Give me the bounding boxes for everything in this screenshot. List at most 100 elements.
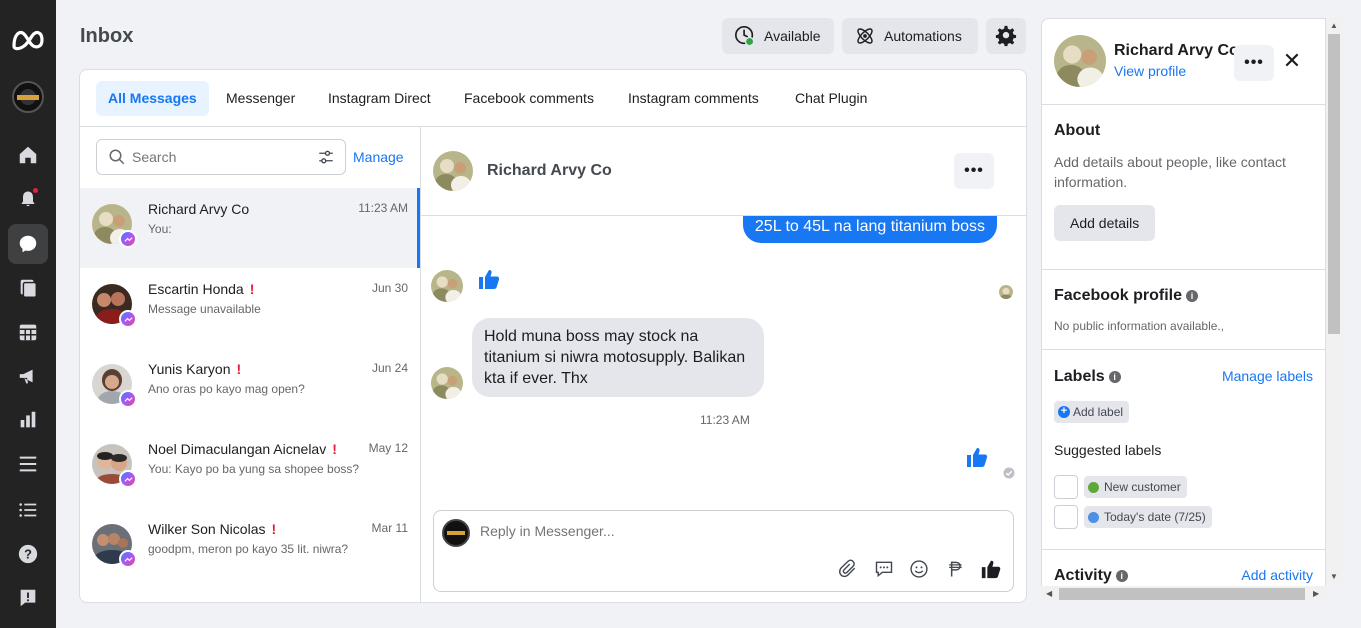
saved-replies-icon[interactable] (872, 557, 896, 581)
plus-icon: + (1058, 406, 1070, 418)
conversation-snippet: goodpm, meron po kayo 35 lit. niwra? (148, 542, 349, 556)
close-icon[interactable]: ✕ (1280, 48, 1304, 73)
left-rail: ? (0, 0, 56, 628)
avatar[interactable] (433, 151, 473, 191)
payment-peso-icon[interactable] (943, 557, 967, 581)
label-color-dot (1088, 481, 1099, 493)
manage-labels-link[interactable]: Manage labels (1222, 368, 1313, 384)
delivered-check-icon (1003, 466, 1015, 484)
view-profile-link[interactable]: View profile (1114, 63, 1186, 79)
search-input[interactable] (132, 149, 302, 165)
chat-more-options-button[interactable]: ••• (954, 153, 994, 189)
tab-facebook-comments[interactable]: Facebook comments (452, 81, 606, 116)
conversation-snippet: You: (148, 222, 172, 236)
divider (1042, 549, 1325, 550)
about-text: Add details about people, like contact i… (1054, 154, 1286, 190)
conversation-name: Richard Arvy Co (148, 201, 250, 217)
automations-button[interactable]: Automations (842, 18, 978, 54)
add-activity-link[interactable]: Add activity (1241, 567, 1313, 583)
info-icon[interactable]: i (1186, 289, 1199, 302)
profile-more-options-button[interactable]: ••• (1234, 45, 1274, 81)
scrollbar-thumb[interactable] (1059, 588, 1305, 600)
panel-horizontal-scrollbar[interactable]: ◀ ▶ (1041, 586, 1326, 602)
settings-button[interactable] (986, 18, 1026, 54)
planner-calendar-icon[interactable] (8, 312, 48, 352)
suggested-label-chip[interactable]: Today's date (7/25) (1084, 506, 1212, 528)
incoming-message-bubble: Hold muna boss may stock na titanium si … (472, 318, 764, 397)
attachment-paperclip-icon[interactable] (836, 557, 860, 581)
tab-all-messages[interactable]: All Messages (96, 81, 209, 116)
conversation-name: Yunis Karyon! (148, 361, 242, 377)
add-details-button[interactable]: Add details (1054, 205, 1156, 241)
messenger-icon (119, 470, 137, 488)
conversation-snippet: You: Kayo po ba yung sa shopee boss? (148, 462, 360, 476)
conversation-item[interactable]: Escartin Honda! Message unavailable Jun … (80, 268, 420, 348)
page-avatar[interactable] (12, 81, 44, 113)
chat-pane: Richard Arvy Co ••• 25L to 45L na lang t… (421, 127, 1026, 602)
reply-input[interactable] (480, 523, 880, 539)
scroll-left-arrow-icon[interactable]: ◀ (1046, 589, 1052, 598)
conversation-name: Escartin Honda! (148, 281, 255, 297)
page-avatar (442, 519, 470, 547)
availability-status-button[interactable]: Available (722, 18, 834, 54)
insights-chart-icon[interactable] (8, 400, 48, 440)
filter-sliders-icon[interactable] (317, 148, 335, 166)
send-like-thumbs-up-icon[interactable] (979, 557, 1003, 581)
scroll-right-arrow-icon[interactable]: ▶ (1313, 589, 1319, 598)
suggested-label-checkbox[interactable] (1054, 475, 1078, 499)
sender-avatar (431, 270, 463, 302)
flag-exclamation-icon: ! (249, 281, 255, 297)
home-icon[interactable] (8, 135, 48, 175)
suggested-label-chip[interactable]: New customer (1084, 476, 1187, 498)
conversation-name: Wilker Son Nicolas! (148, 521, 277, 537)
tab-instagram-direct[interactable]: Instagram Direct (316, 81, 443, 116)
notification-dot (32, 187, 39, 194)
all-tools-list-icon[interactable] (8, 490, 48, 530)
scrollbar-thumb[interactable] (1328, 34, 1340, 334)
divider (1042, 104, 1325, 105)
help-icon[interactable]: ? (8, 534, 48, 574)
conversation-item[interactable]: Wilker Son Nicolas! goodpm, meron po kay… (80, 508, 420, 588)
label-color-dot (1088, 511, 1099, 523)
panel-vertical-scrollbar[interactable]: ▲ ▼ (1326, 18, 1342, 586)
conversation-item[interactable]: Richard Arvy Co You: 11:23 AM (80, 188, 420, 268)
suggested-label-checkbox[interactable] (1054, 505, 1078, 529)
availability-status-label: Available (764, 28, 821, 44)
outgoing-like-thumbs-up-icon (965, 445, 989, 474)
facebook-profile-heading: Facebook profile i (1054, 287, 1199, 305)
tab-messenger[interactable]: Messenger (214, 81, 307, 116)
conversation-time: 11:23 AM (358, 201, 408, 215)
incoming-like-thumbs-up-icon (477, 267, 501, 296)
labels-heading: Labels i (1054, 368, 1121, 386)
scroll-down-arrow-icon[interactable]: ▼ (1330, 572, 1338, 581)
conversation-item[interactable]: Yunis Karyon! Ano oras po kayo mag open?… (80, 348, 420, 428)
search-icon (109, 149, 125, 165)
tab-instagram-comments[interactable]: Instagram comments (616, 81, 771, 116)
scroll-up-arrow-icon[interactable]: ▲ (1330, 21, 1338, 30)
inbox-chat-icon[interactable] (8, 224, 48, 264)
sender-avatar (431, 367, 463, 399)
suggested-label-row: Today's date (7/25) (1054, 505, 1212, 529)
ads-megaphone-icon[interactable] (8, 356, 48, 396)
suggested-labels-heading: Suggested labels (1054, 442, 1162, 458)
manage-link[interactable]: Manage (353, 149, 404, 165)
feedback-icon[interactable] (8, 578, 48, 618)
tab-chat-plugin[interactable]: Chat Plugin (783, 81, 879, 116)
add-label-button[interactable]: + Add label (1054, 401, 1130, 423)
info-icon[interactable]: i (1115, 569, 1128, 582)
notifications-bell-icon[interactable] (8, 179, 48, 219)
chat-contact-name[interactable]: Richard Arvy Co (487, 162, 612, 180)
avatar[interactable] (1054, 35, 1106, 87)
clock-status-icon (734, 25, 756, 47)
emoji-icon[interactable] (907, 557, 931, 581)
posts-icon[interactable] (8, 268, 48, 308)
gear-icon (995, 25, 1017, 47)
meta-logo-icon[interactable] (10, 24, 46, 54)
info-icon[interactable]: i (1108, 370, 1121, 383)
page-title: Inbox (80, 25, 134, 47)
menu-hamburger-icon[interactable] (8, 444, 48, 484)
facebook-profile-text: No public information available., (1054, 319, 1225, 333)
conversation-name: Noel Dimaculangan Aicnelav! (148, 441, 337, 457)
conversation-list: Manage Richard Arvy Co You: 11:23 AM Esc… (80, 127, 421, 602)
conversation-item[interactable]: Noel Dimaculangan Aicnelav! You: Kayo po… (80, 428, 420, 508)
